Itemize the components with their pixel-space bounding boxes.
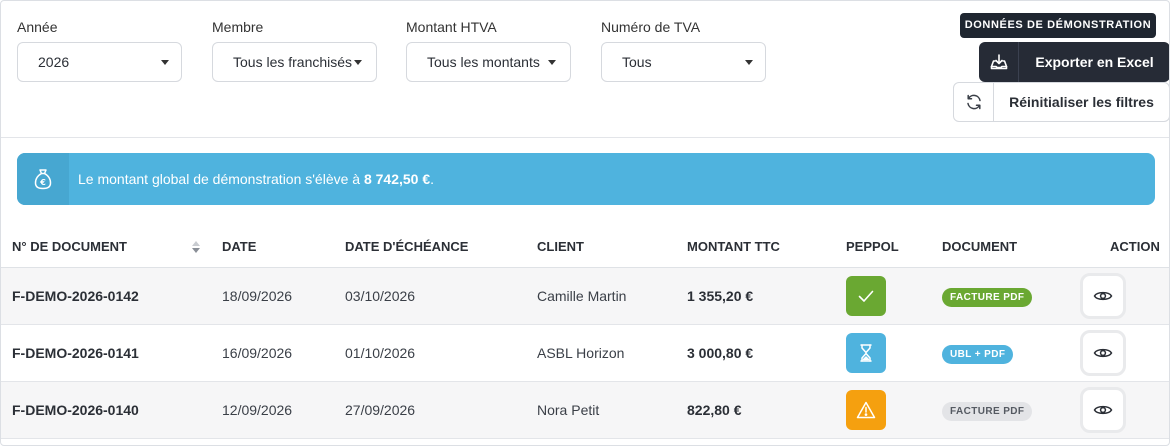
document-date: 16/09/2026 bbox=[222, 345, 293, 361]
banner-amount: 8 742,50 € bbox=[363, 171, 431, 187]
total-amount-banner: € Le montant global de démonstration s'é… bbox=[17, 153, 1155, 205]
peppol-status-pending bbox=[846, 333, 886, 373]
caret-down-icon bbox=[354, 60, 362, 65]
view-document-button[interactable] bbox=[1080, 387, 1126, 433]
year-select-value: 2026 bbox=[38, 54, 70, 70]
vat-select-value: Tous bbox=[622, 54, 652, 70]
client-name: Camille Martin bbox=[537, 288, 627, 304]
warning-icon bbox=[856, 401, 876, 419]
amount-filter: Montant HTVA Tous les montants bbox=[406, 18, 571, 82]
hourglass-icon bbox=[860, 344, 872, 362]
amount-select[interactable]: Tous les montants bbox=[406, 42, 571, 82]
column-header-amount: Montant TTC bbox=[687, 239, 780, 254]
refresh-icon bbox=[954, 83, 994, 121]
demo-data-badge: DONNÉES DE DÉMONSTRATION bbox=[960, 13, 1156, 38]
due-date: 03/10/2026 bbox=[345, 288, 416, 304]
column-header-peppol: Peppol bbox=[846, 239, 899, 254]
document-date: 18/09/2026 bbox=[222, 288, 293, 304]
member-select-value: Tous les franchisés bbox=[233, 54, 353, 70]
amount-filter-label: Montant HTVA bbox=[406, 19, 497, 35]
document-type-badge[interactable]: FACTURE PDF bbox=[942, 402, 1033, 421]
section-divider bbox=[1, 137, 1169, 138]
export-excel-button[interactable]: Exporter en Excel bbox=[979, 42, 1169, 82]
column-header-client: Client bbox=[537, 239, 584, 254]
banner-message: Le montant global de démonstration s'élè… bbox=[78, 153, 434, 205]
column-header-date: Date bbox=[222, 239, 257, 254]
column-header-action: Action bbox=[1110, 239, 1160, 254]
check-icon bbox=[858, 290, 874, 302]
client-name: ASBL Horizon bbox=[537, 345, 625, 361]
member-filter-label: Membre bbox=[212, 19, 264, 35]
document-type-badge[interactable]: FACTURE PDF bbox=[942, 288, 1033, 307]
document-date: 12/09/2026 bbox=[222, 402, 293, 418]
amount-ttc: 1 355,20 € bbox=[687, 288, 754, 304]
vat-filter-label: Numéro de TVA bbox=[601, 19, 701, 35]
peppol-status-warning bbox=[846, 390, 886, 430]
due-date: 01/10/2026 bbox=[345, 345, 416, 361]
eye-icon bbox=[1093, 291, 1113, 301]
reset-filters-label: Réinitialiser les filtres bbox=[1009, 94, 1154, 110]
member-filter: Membre Tous les franchisés bbox=[212, 18, 377, 82]
reset-filters-button[interactable]: Réinitialiser les filtres bbox=[953, 82, 1169, 122]
document-number: F-DEMO-2026-0142 bbox=[12, 288, 139, 304]
banner-text-after: . bbox=[430, 171, 435, 187]
export-excel-label: Exporter en Excel bbox=[1035, 54, 1154, 70]
vat-filter: Numéro de TVA Tous bbox=[601, 18, 766, 82]
banner-text-before: Le montant global de démonstration s'élè… bbox=[78, 171, 364, 187]
table-row: F-DEMO-2026-0142 18/09/2026 03/10/2026 C… bbox=[1, 268, 1169, 325]
amount-ttc: 822,80 € bbox=[687, 402, 742, 418]
invoices-panel: Année 2026 Membre Tous les franchisés Mo… bbox=[0, 0, 1170, 446]
amount-ttc: 3 000,80 € bbox=[687, 345, 754, 361]
peppol-status-sent bbox=[846, 276, 886, 316]
table-header: N° de document Date Date d'échéance Clie… bbox=[1, 227, 1169, 268]
caret-down-icon bbox=[548, 60, 556, 65]
year-filter: Année 2026 bbox=[17, 18, 182, 82]
document-number: F-DEMO-2026-0140 bbox=[12, 402, 139, 418]
download-tray-icon bbox=[979, 42, 1019, 82]
vat-select[interactable]: Tous bbox=[601, 42, 766, 82]
member-select[interactable]: Tous les franchisés bbox=[212, 42, 377, 82]
view-document-button[interactable] bbox=[1080, 330, 1126, 376]
document-type-badge[interactable]: UBL + PDF bbox=[942, 345, 1014, 364]
year-select[interactable]: 2026 bbox=[17, 42, 182, 82]
table-row: F-DEMO-2026-0141 16/09/2026 01/10/2026 A… bbox=[1, 325, 1169, 382]
eye-icon bbox=[1093, 348, 1113, 358]
view-document-button[interactable] bbox=[1080, 273, 1126, 319]
client-name: Nora Petit bbox=[537, 402, 600, 418]
money-bag-icon: € bbox=[17, 153, 69, 205]
svg-text:€: € bbox=[39, 178, 46, 187]
year-filter-label: Année bbox=[17, 19, 58, 35]
sort-icon[interactable] bbox=[192, 241, 200, 255]
document-number: F-DEMO-2026-0141 bbox=[12, 345, 139, 361]
due-date: 27/09/2026 bbox=[345, 402, 416, 418]
column-header-document-number[interactable]: N° de document bbox=[12, 227, 127, 267]
caret-down-icon bbox=[161, 60, 169, 65]
column-header-document: Document bbox=[942, 239, 1018, 254]
caret-down-icon bbox=[745, 60, 753, 65]
amount-select-value: Tous les montants bbox=[427, 54, 540, 70]
column-header-due-date: Date d'échéance bbox=[345, 239, 469, 254]
table-row: F-DEMO-2026-0140 12/09/2026 27/09/2026 N… bbox=[1, 382, 1169, 439]
eye-icon bbox=[1093, 405, 1113, 415]
